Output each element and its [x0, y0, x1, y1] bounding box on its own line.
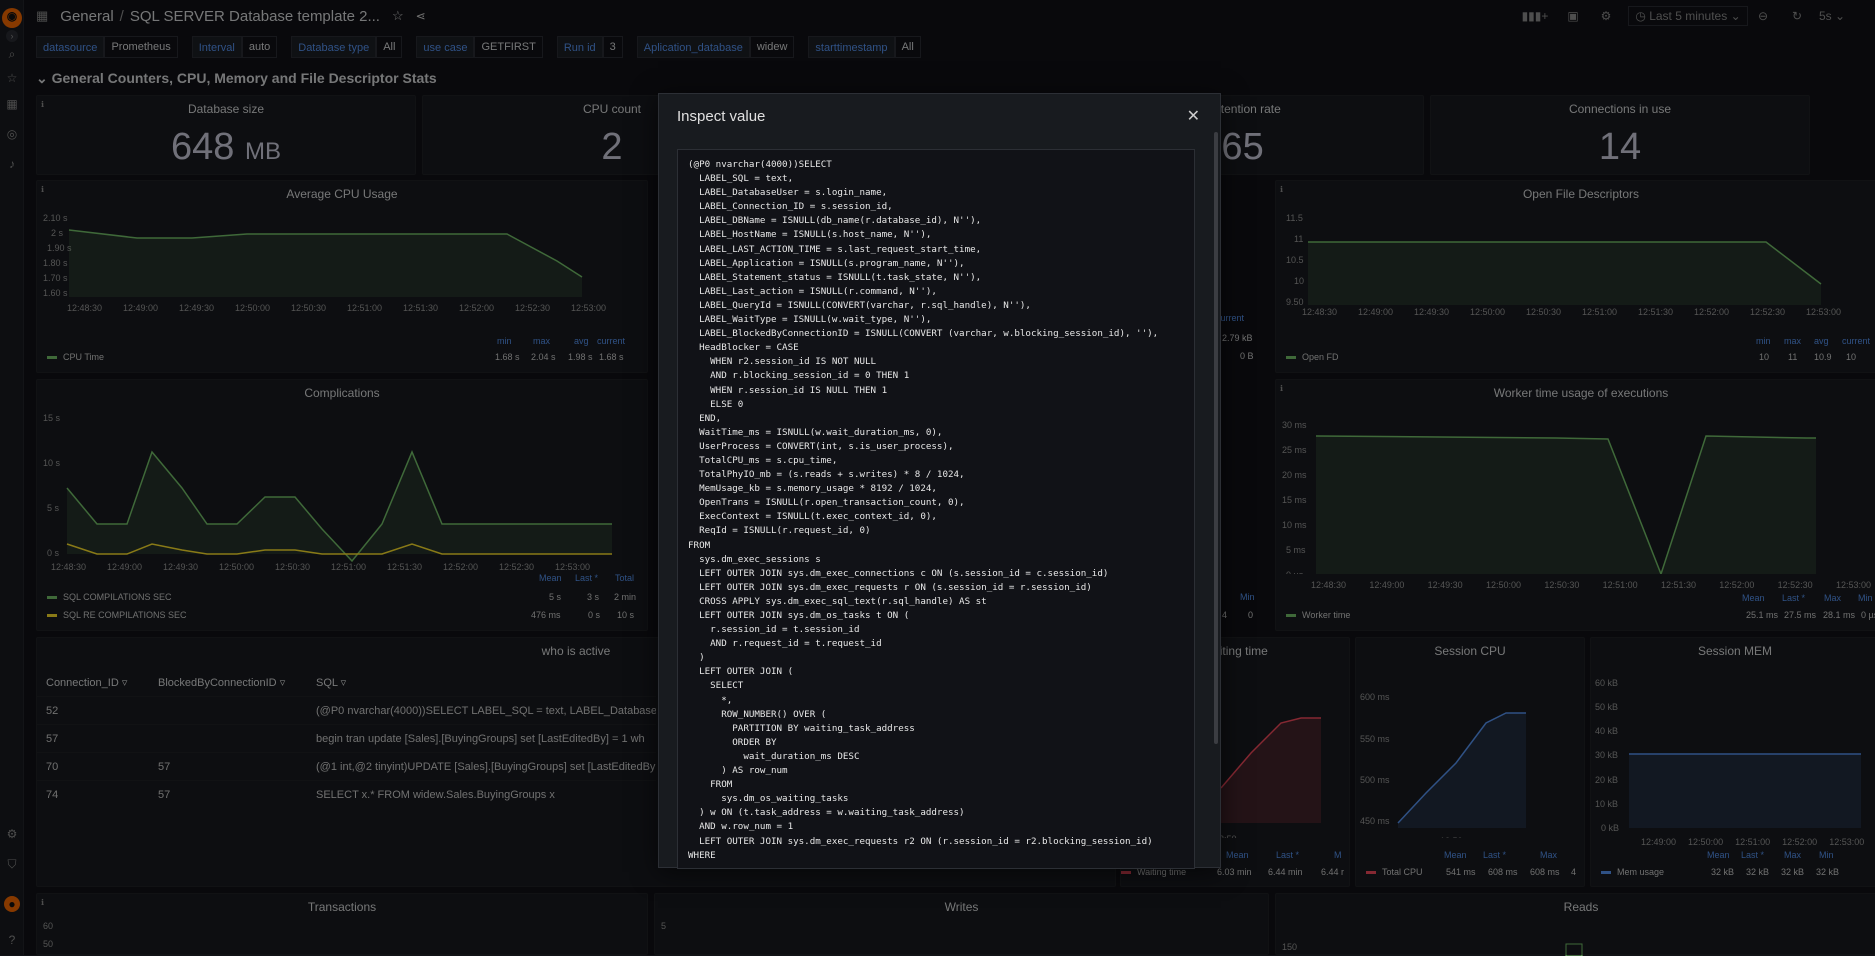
modal-title: Inspect value	[677, 108, 766, 125]
sql-code[interactable]: (@P0 nvarchar(4000))SELECT LABEL_SQL = t…	[678, 150, 1194, 868]
inspect-value-modal: Inspect value ✕ (@P0 nvarchar(4000))SELE…	[658, 93, 1221, 869]
close-icon[interactable]: ✕	[1187, 106, 1200, 126]
scrollbar[interactable]	[1214, 132, 1218, 744]
code-viewer[interactable]: (@P0 nvarchar(4000))SELECT LABEL_SQL = t…	[677, 149, 1195, 869]
